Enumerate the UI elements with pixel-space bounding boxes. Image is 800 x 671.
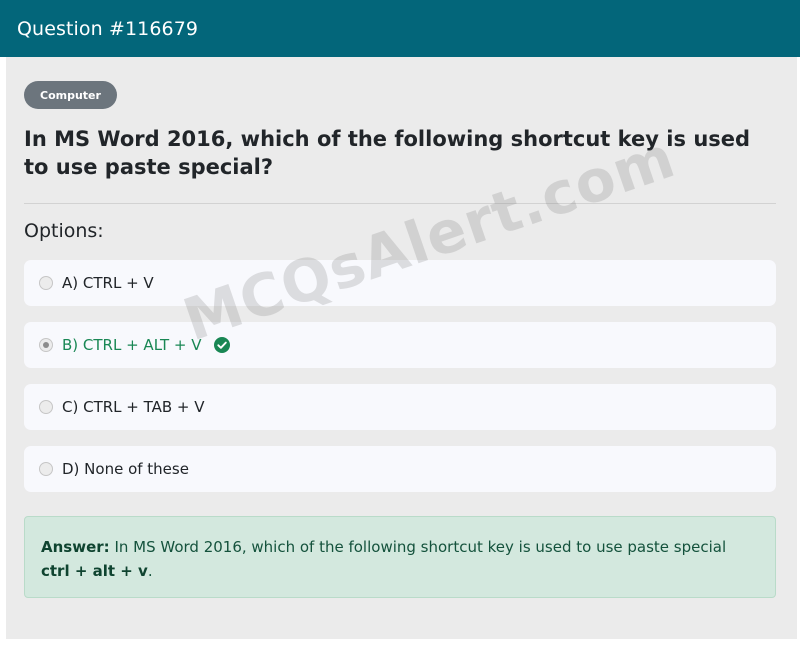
question-header: Question #116679 bbox=[0, 0, 800, 57]
radio-button-selected[interactable] bbox=[39, 338, 53, 352]
divider bbox=[24, 203, 776, 204]
option-label: B) CTRL + ALT + V bbox=[62, 336, 202, 354]
answer-key: ctrl + alt + v bbox=[41, 562, 148, 580]
option-b[interactable]: B) CTRL + ALT + V bbox=[24, 322, 776, 368]
check-circle-icon bbox=[213, 337, 230, 353]
answer-box: Answer: In MS Word 2016, which of the fo… bbox=[24, 516, 776, 598]
answer-text: In MS Word 2016, which of the following … bbox=[114, 538, 727, 556]
option-label: C) CTRL + TAB + V bbox=[62, 398, 205, 416]
answer-suffix: . bbox=[147, 562, 153, 580]
radio-button[interactable] bbox=[39, 462, 53, 476]
radio-button[interactable] bbox=[39, 276, 53, 290]
option-d[interactable]: D) None of these bbox=[24, 446, 776, 492]
question-number: Question #116679 bbox=[17, 17, 199, 40]
option-label: A) CTRL + V bbox=[62, 274, 154, 292]
question-text: In MS Word 2016, which of the following … bbox=[24, 127, 751, 179]
category-badge[interactable]: Computer bbox=[24, 81, 117, 109]
answer-prefix: Answer: bbox=[41, 538, 110, 556]
option-label: D) None of these bbox=[62, 460, 189, 478]
option-c[interactable]: C) CTRL + TAB + V bbox=[24, 384, 776, 430]
option-a[interactable]: A) CTRL + V bbox=[24, 260, 776, 306]
radio-button[interactable] bbox=[39, 400, 53, 414]
options-label: Options: bbox=[24, 220, 104, 242]
